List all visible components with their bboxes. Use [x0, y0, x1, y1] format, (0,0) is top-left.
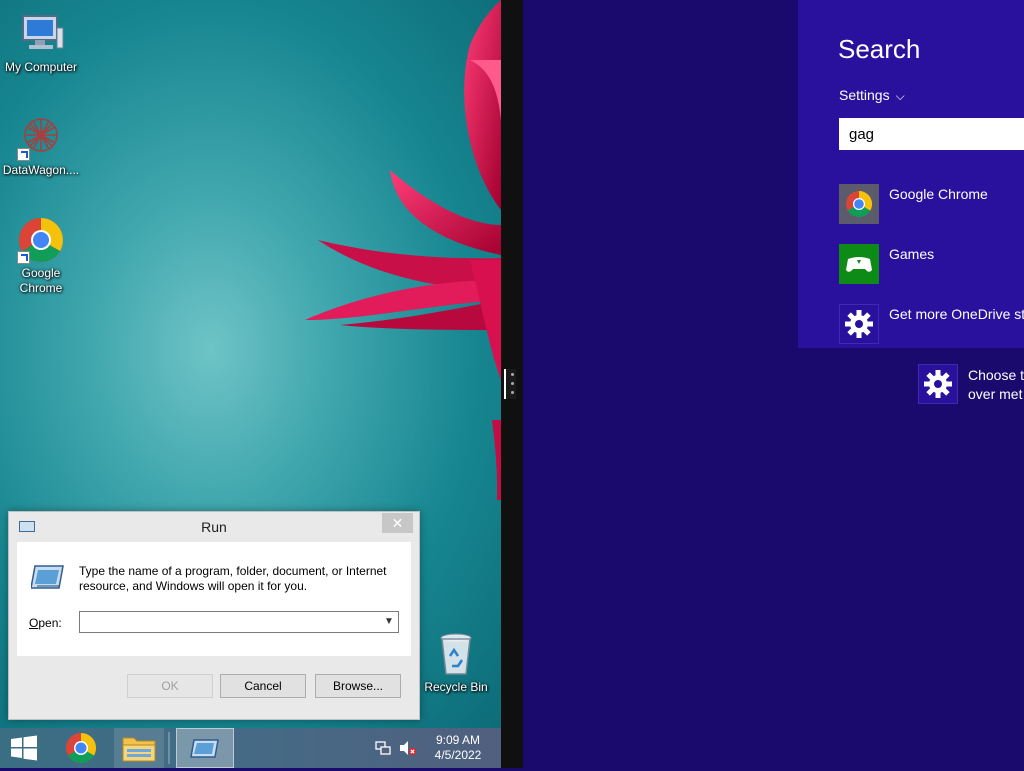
recycle-bin-icon	[432, 630, 480, 678]
result-tile	[839, 304, 879, 344]
close-button[interactable]: ✕	[382, 513, 413, 533]
run-titlebar[interactable]: Run ✕	[9, 512, 419, 542]
chevron-down-icon: ⌵	[895, 89, 905, 103]
result-label: Get more OneDrive st	[889, 306, 1024, 322]
search-box[interactable]	[839, 118, 1024, 150]
snap-divider-handle[interactable]	[504, 369, 516, 399]
suggestion-tile	[918, 364, 958, 404]
file-explorer-icon	[122, 737, 156, 762]
desktop-icon-label: Recycle Bin	[424, 680, 488, 694]
search-suggestion[interactable]: Choose t over met	[918, 364, 1024, 404]
result-tile	[839, 184, 879, 224]
desktop-icon-recycle-bin[interactable]: Recycle Bin	[415, 630, 497, 695]
run-icon	[190, 739, 219, 758]
run-app-icon	[30, 564, 65, 590]
snap-divider[interactable]	[501, 0, 523, 768]
search-result-google-chrome[interactable]: Google Chrome	[839, 184, 1024, 224]
desktop-icon-label: Google Chrome	[19, 266, 63, 295]
desktop-icon-datawagon[interactable]: DataWagon....	[0, 113, 82, 178]
open-label-accel: O	[29, 616, 39, 630]
chrome-icon	[17, 216, 65, 264]
run-dialog[interactable]: Run ✕ Type the name of a program, folder…	[8, 511, 420, 720]
desktop-icon-my-computer[interactable]: My Computer	[0, 10, 82, 75]
shortcut-arrow-icon	[17, 251, 30, 264]
computer-icon	[17, 10, 65, 58]
search-heading: Search	[838, 34, 921, 64]
suggestion-label: Choose t over met	[968, 367, 1024, 402]
browse-button[interactable]: Browse...	[315, 674, 401, 698]
result-label: Games	[889, 246, 935, 262]
taskbar-separator	[168, 732, 170, 764]
grip-dot	[511, 382, 514, 385]
windows-logo-icon	[11, 735, 37, 761]
chrome-icon	[846, 190, 873, 218]
search-result-onedrive-storage[interactable]: Get more OneDrive st	[839, 304, 1024, 344]
clock-date: 4/5/2022	[434, 748, 482, 762]
taskbar-file-explorer[interactable]	[114, 728, 164, 768]
run-dialog-body: Type the name of a program, folder, docu…	[17, 542, 411, 656]
network-icon[interactable]	[375, 740, 391, 756]
start-button[interactable]	[0, 728, 48, 768]
result-tile	[839, 244, 879, 284]
volume-muted-icon[interactable]	[399, 740, 417, 756]
clock-time: 9:09 AM	[435, 733, 481, 747]
ok-button[interactable]: OK	[127, 674, 213, 698]
open-input[interactable]	[80, 612, 376, 632]
grip-dot	[511, 391, 514, 394]
datawagon-icon	[17, 113, 65, 161]
taskbar-chrome[interactable]	[56, 728, 106, 768]
gear-icon	[924, 370, 952, 398]
chrome-icon	[66, 733, 97, 764]
grip-dot	[511, 373, 514, 376]
open-label: Open:	[29, 616, 62, 630]
result-label: Google Chrome	[889, 186, 988, 202]
search-scope-dropdown[interactable]: Settings ⌵	[839, 87, 905, 104]
run-instructions: Type the name of a program, folder, docu…	[79, 564, 387, 593]
chevron-down-icon[interactable]: ▼	[380, 612, 398, 632]
taskbar: 9:09 AM 4/5/2022	[0, 728, 501, 768]
system-clock[interactable]: 9:09 AM 4/5/2022	[428, 733, 488, 763]
shortcut-arrow-icon	[17, 148, 30, 161]
gear-icon	[845, 310, 873, 338]
dialog-title: Run	[201, 519, 227, 535]
desktop[interactable]: My Computer DataWagon.... Google Chrome …	[0, 0, 501, 728]
search-result-games[interactable]: Games	[839, 244, 1024, 284]
taskbar-run[interactable]	[176, 728, 234, 768]
open-label-text: pen:	[38, 616, 62, 630]
desktop-icon-label: My Computer	[4, 60, 78, 74]
search-input[interactable]	[839, 118, 1024, 150]
search-scope-label: Settings	[839, 87, 890, 103]
gamepad-icon	[846, 257, 872, 272]
desktop-icon-label: DataWagon....	[2, 163, 80, 177]
open-combobox[interactable]: ▼	[79, 611, 399, 633]
desktop-icon-google-chrome[interactable]: Google Chrome	[0, 216, 82, 296]
cancel-button[interactable]: Cancel	[220, 674, 306, 698]
divider-bar	[504, 369, 506, 399]
